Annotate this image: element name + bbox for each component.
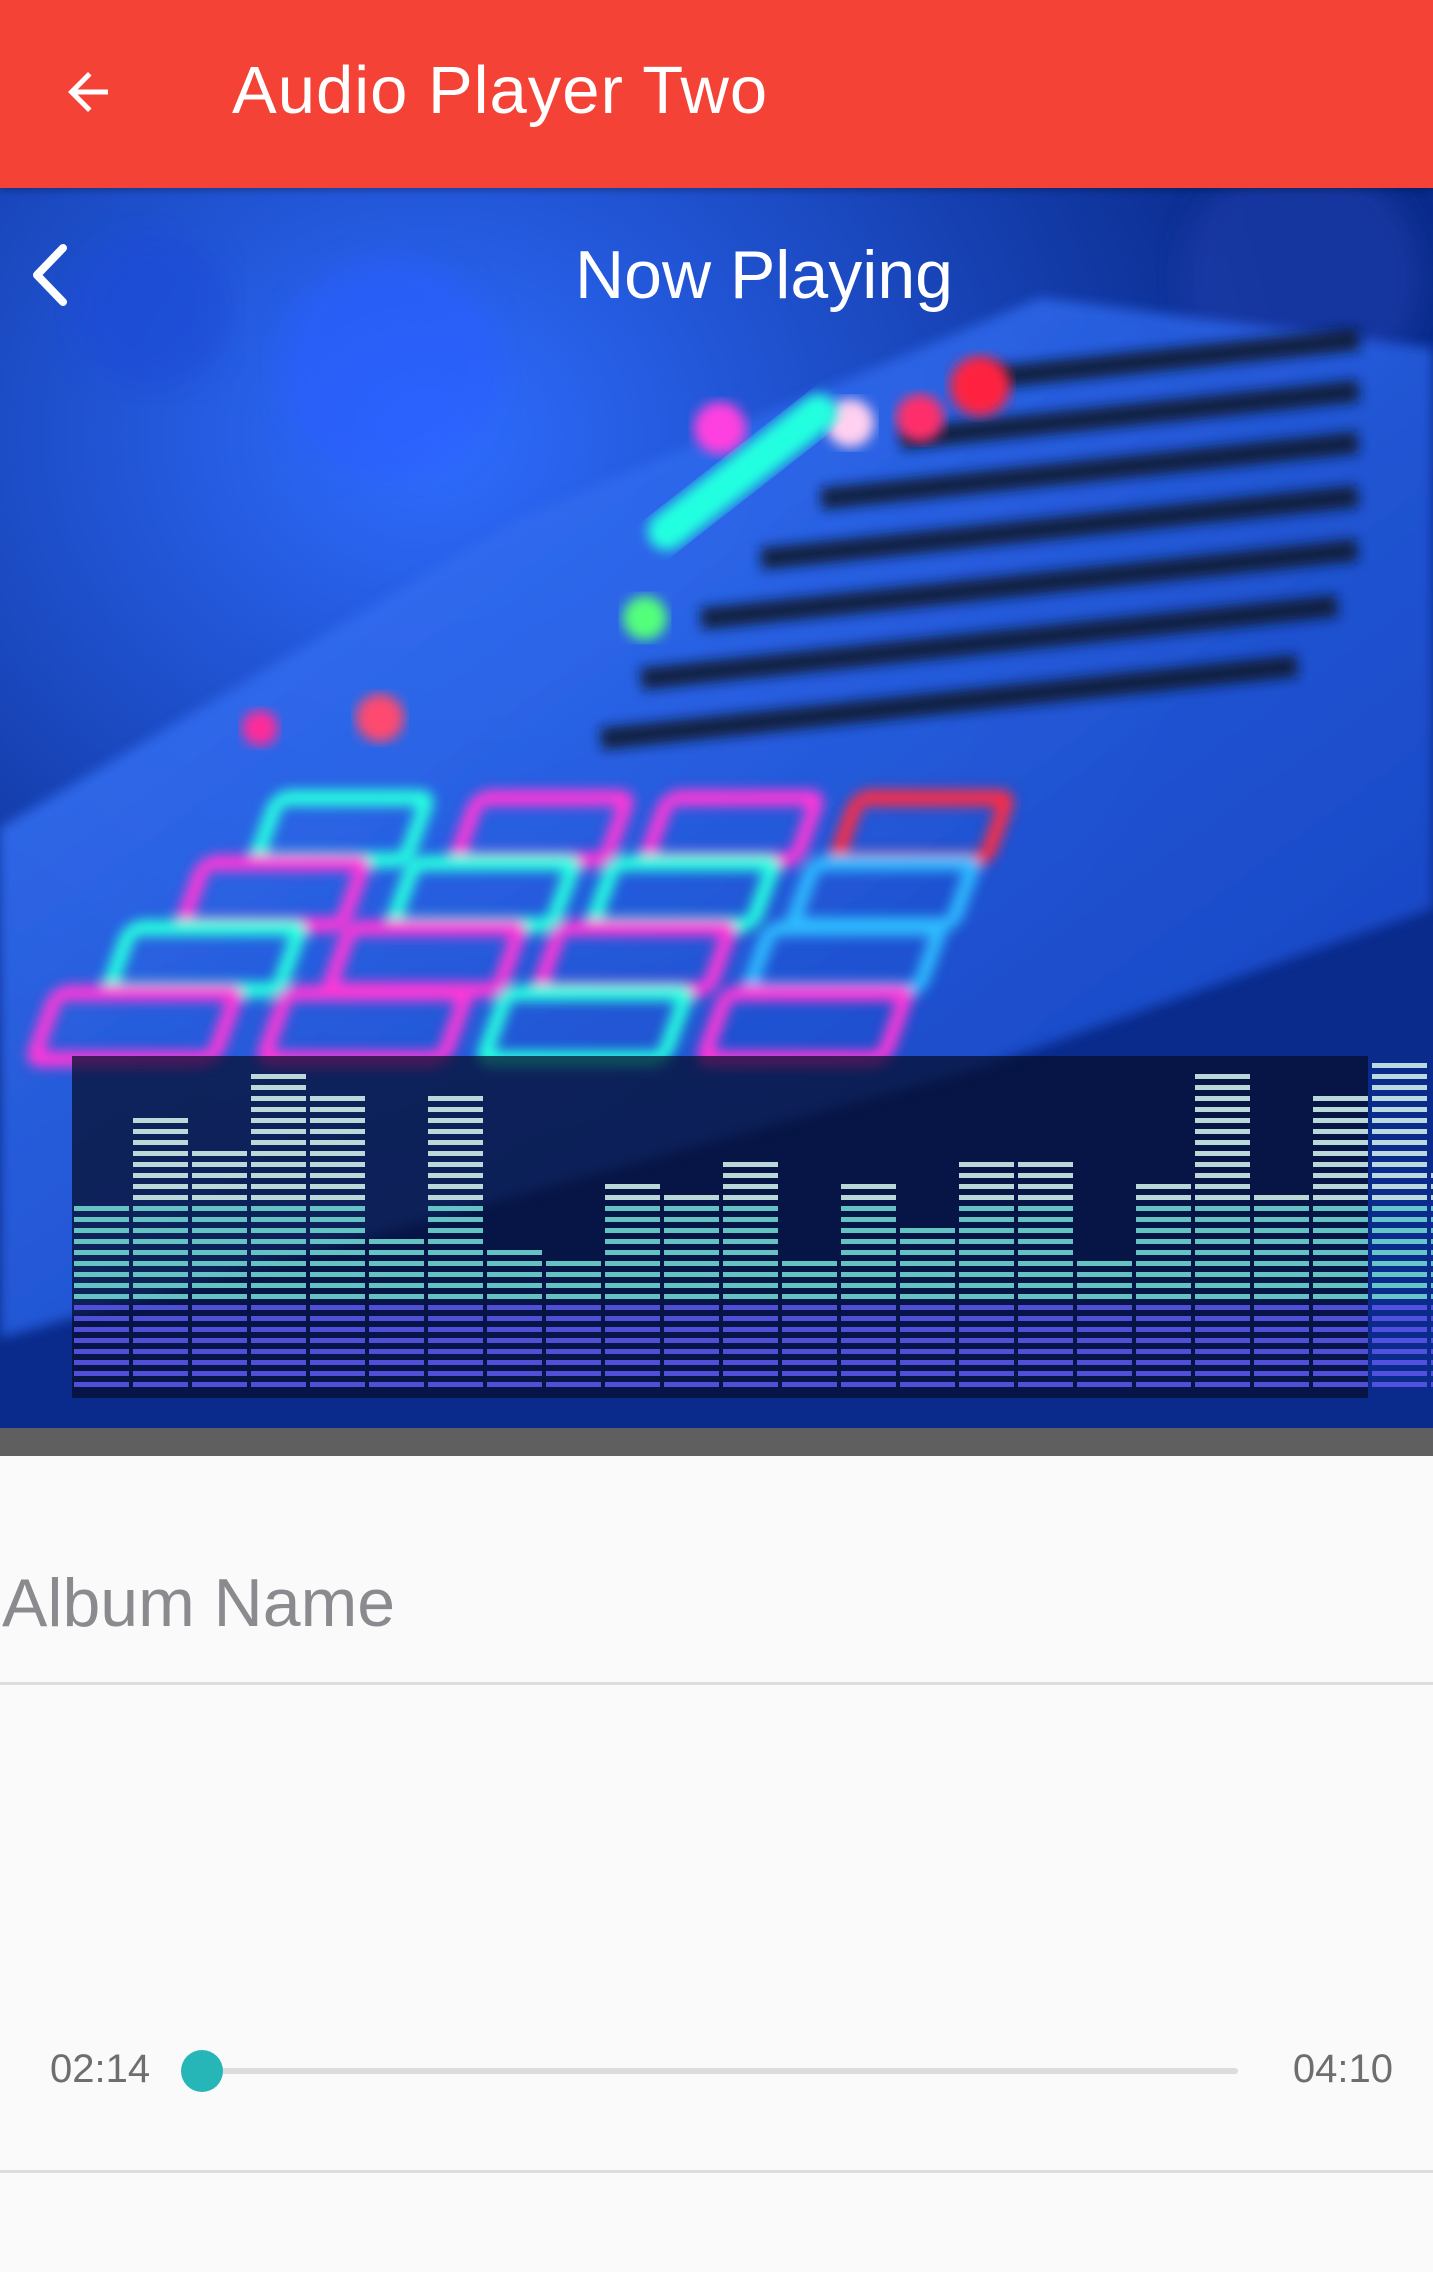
- seek-slider[interactable]: [181, 2050, 1238, 2092]
- playback-progress: 02:14 04:10: [0, 2020, 1433, 2120]
- bottom-divider: [0, 2170, 1433, 2173]
- arrow-left-icon: [68, 72, 108, 112]
- seek-slider-thumb[interactable]: [181, 2050, 223, 2092]
- app-bar-back-button[interactable]: [40, 44, 136, 140]
- album-name-field: Album Name: [0, 1456, 1433, 1686]
- app-bar: Audio Player Two: [0, 0, 1433, 188]
- audio-player-screen: Audio Player Two Now Playing Album Name …: [0, 0, 1433, 2272]
- now-playing-title: Now Playing: [575, 237, 953, 313]
- now-playing-header: Now Playing: [0, 188, 1433, 1428]
- album-artwork: [0, 188, 1433, 1428]
- album-name: Album Name: [2, 1565, 396, 1641]
- current-time: 02:14: [50, 2047, 151, 2091]
- album-name-underline: [0, 1682, 1433, 1685]
- app-bar-title: Audio Player Two: [232, 53, 769, 128]
- total-time: 04:10: [1292, 2047, 1393, 2091]
- header-divider: [0, 1428, 1433, 1456]
